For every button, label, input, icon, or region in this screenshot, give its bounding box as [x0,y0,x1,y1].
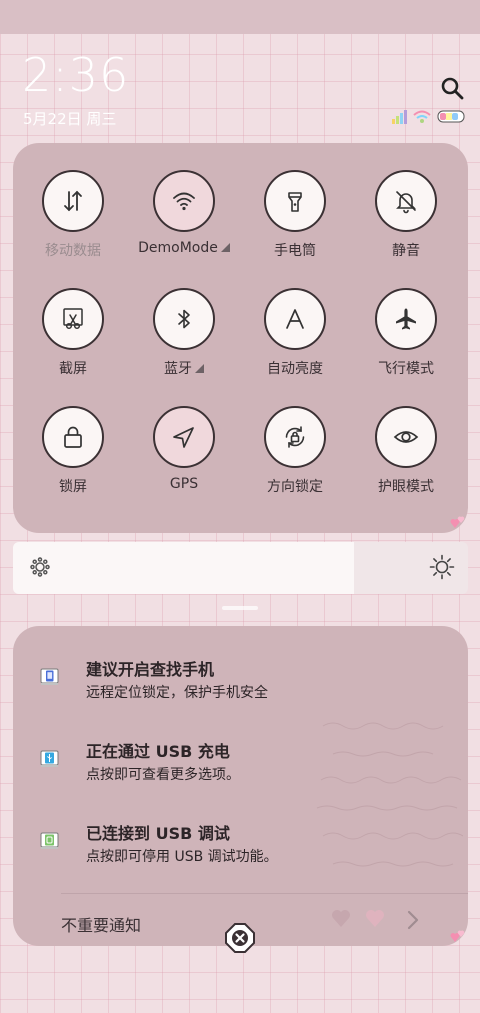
qs-tile-button[interactable] [153,170,215,232]
qs-tile-label: 护眼模式 [356,476,456,496]
qs-tile-1[interactable]: DemoMode [134,170,234,256]
qs-tile-label: 蓝牙 [134,358,234,378]
screenshot-scissors-icon [63,308,83,330]
qs-tile-label-text: DemoMode [138,240,218,256]
data-arrows-icon [64,190,82,212]
brightness-high-icon [429,554,455,580]
qs-tile-3[interactable]: 静音 [356,170,456,260]
qs-tile-label: 截屏 [23,358,123,378]
qs-tile-label-text: 移动数据 [45,243,101,259]
drag-handle[interactable] [222,606,258,610]
notification-title: 正在通过 USB 充电 [86,742,230,761]
qs-tile-label-text: 蓝牙 [164,361,192,377]
qs-tile-label-text: GPS [169,476,199,492]
qs-tile-label: GPS [134,476,234,492]
qs-tile-label-text: 护眼模式 [378,479,434,495]
usb-icon [40,750,59,767]
notification-item[interactable]: 正在通过 USB 充电 点按即可查看更多选项。 [13,734,468,804]
notification-item[interactable]: 建议开启查找手机远程定位锁定，保护手机安全 [13,652,468,722]
qs-tile-4[interactable]: 截屏 [23,288,123,378]
wifi-status-icon [413,110,431,123]
qs-tile-label-text: 飞行模式 [378,361,434,377]
notification-body: 远程定位锁定，保护手机安全 [86,685,268,701]
qs-tile-10[interactable]: 方向锁定 [245,406,345,496]
qs-tile-0[interactable]: 移动数据 [23,170,123,260]
lock-icon [64,426,82,448]
rotation-lock-icon [285,426,305,448]
find-phone-icon [40,668,59,685]
qs-tile-label-text: 截屏 [59,361,87,377]
qs-tile-label: 方向锁定 [245,476,345,496]
brightness-slider[interactable] [13,542,468,594]
notification-title: 已连接到 USB 调试 [86,824,230,843]
search-icon[interactable] [440,76,464,100]
status-icons [392,110,465,124]
airplane-icon [396,308,416,330]
expand-arrow-icon[interactable] [220,243,230,252]
qs-tile-label: 飞行模式 [356,358,456,378]
qs-tile-button[interactable] [264,170,326,232]
chevron-right-icon[interactable] [403,908,423,932]
signal-icon [392,110,407,124]
qs-tile-7[interactable]: 飞行模式 [356,288,456,378]
location-arrow-icon [173,427,194,448]
qs-tile-label-text: 自动亮度 [267,361,323,377]
quick-settings-panel: 移动数据 DemoMode 手电筒 静音截屏 蓝牙 自动亮度 飞行模式锁屏 GPS 方向锁定 护眼… [13,143,468,670]
date-label: 5月22日 周三 [23,110,117,128]
expand-arrow-icon[interactable] [195,364,204,373]
qs-tile-button[interactable] [375,170,437,232]
android-debug-icon [40,832,59,849]
qs-tile-6[interactable]: 自动亮度 [245,288,345,378]
qs-tile-button[interactable] [153,288,215,350]
qs-tile-label: 手电筒 [245,240,345,260]
clock: 2:36 [22,48,130,102]
notification-body: 点按即可停用 USB 调试功能。 [86,849,278,865]
qs-tile-11[interactable]: 护眼模式 [356,406,456,496]
flashlight-icon [288,192,302,212]
qs-tile-button[interactable] [42,170,104,232]
bell-off-icon [396,191,416,214]
qs-tile-label: 移动数据 [23,240,123,260]
notification-item[interactable]: 已连接到 USB 调试点按即可停用 USB 调试功能。 [13,816,468,886]
qs-tile-8[interactable]: 锁屏 [23,406,123,496]
qs-tile-label: 锁屏 [23,476,123,496]
clear-all-button[interactable] [224,922,256,954]
qs-tile-label-text: 锁屏 [59,479,87,495]
qs-tile-button[interactable] [42,406,104,468]
notification-title: 建议开启查找手机 [86,660,215,679]
heart-decoration-icon [450,516,465,528]
qs-tile-button[interactable] [375,288,437,350]
divider [61,893,468,894]
qs-tile-button[interactable] [153,406,215,468]
qs-tile-label: 自动亮度 [245,358,345,378]
qs-tile-2[interactable]: 手电筒 [245,170,345,260]
wifi-icon [173,192,195,211]
auto-brightness-icon [286,309,304,329]
qs-tile-button[interactable] [264,288,326,350]
heart-decoration-icon [450,930,465,942]
notification-panel: 建议开启查找手机 远程定位锁定，保护手机安全 正在通过 USB 充电 点按即可查看更多… [13,626,468,946]
brightness-fill [13,542,355,594]
qs-tile-button[interactable] [264,406,326,468]
qs-tile-label-text: 静音 [392,243,420,259]
qs-tile-5[interactable]: 蓝牙 [134,288,234,378]
bluetooth-icon [178,309,190,329]
qs-tile-9[interactable]: GPS [134,406,234,492]
qs-tile-label-text: 方向锁定 [267,479,323,495]
brightness-low-icon [30,557,50,577]
qs-tile-label-text: 手电筒 [274,243,316,259]
qs-tile-label: DemoMode [134,240,234,256]
eye-icon [393,431,419,443]
qs-tile-button[interactable] [375,406,437,468]
unimportant-notifications-label[interactable]: 不重要通知 [61,912,141,936]
battery-icon [437,110,465,123]
qs-tile-label: 静音 [356,240,456,260]
status-bar-strip [0,0,480,34]
hearts-decoration [332,910,384,927]
notification-body: 点按即可查看更多选项。 [86,767,240,783]
qs-tile-button[interactable] [42,288,104,350]
